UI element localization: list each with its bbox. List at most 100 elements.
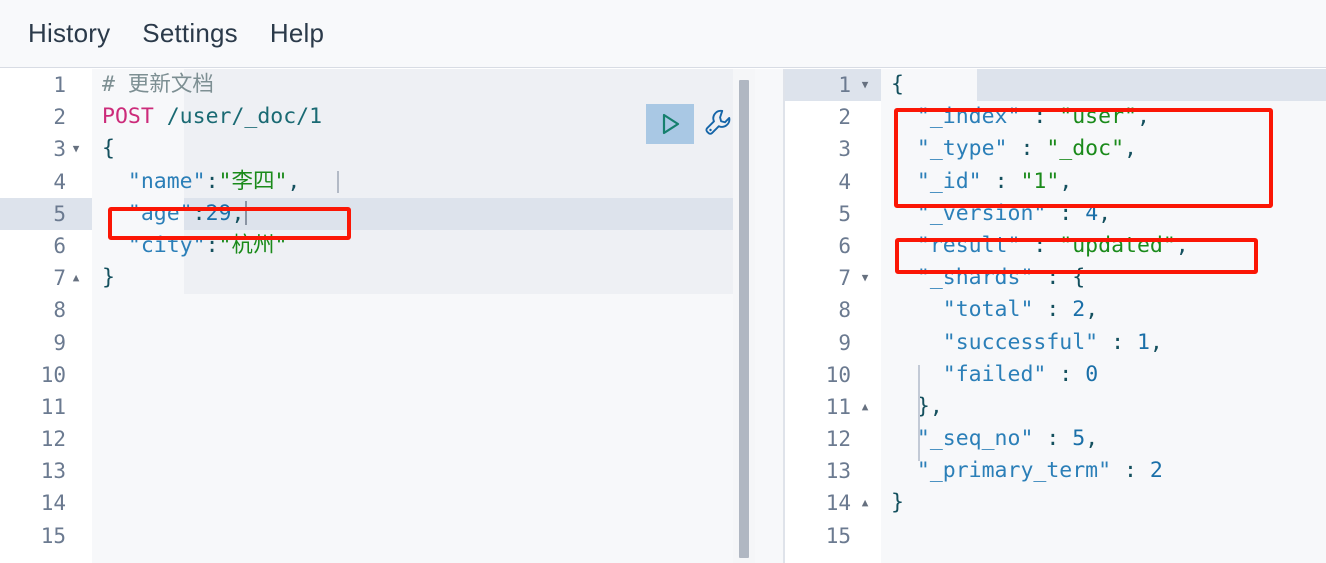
request-code-area[interactable]: # 更新文档 POST /user/_doc/1 { "name":"李四", … xyxy=(92,69,740,563)
fold-up-icon[interactable] xyxy=(68,262,84,294)
colon: : xyxy=(1033,297,1073,323)
pane-divider[interactable] xyxy=(783,69,785,563)
fold-up-icon[interactable] xyxy=(857,487,873,519)
gutter-line-8[interactable]: 8 xyxy=(0,294,92,326)
run-request-button[interactable] xyxy=(646,104,694,144)
gutter-line-6[interactable]: 6 xyxy=(785,230,881,262)
response-line-11[interactable]: }, xyxy=(881,391,1326,423)
response-line-15[interactable] xyxy=(881,520,1326,552)
response-line-5[interactable]: "_version" : 4, xyxy=(881,198,1326,230)
fold-down-icon[interactable] xyxy=(857,69,873,101)
gutter-line-14[interactable]: 14 xyxy=(785,487,881,519)
gutter-line-5[interactable]: 5 xyxy=(785,198,881,230)
gutter-line-13[interactable]: 13 xyxy=(785,455,881,487)
request-line-7[interactable]: } xyxy=(92,262,740,294)
request-scrollbar-thumb[interactable] xyxy=(739,80,749,558)
gutter-line-4[interactable]: 4 xyxy=(0,166,92,198)
response-line-7[interactable]: "_shards" : { xyxy=(881,262,1326,294)
gutter-line-2[interactable]: 2 xyxy=(0,101,92,133)
gutter-line-13[interactable]: 13 xyxy=(0,455,92,487)
line-number: 3 xyxy=(838,137,851,162)
gutter-line-6[interactable]: 6 xyxy=(0,230,92,262)
request-line-1[interactable]: # 更新文档 xyxy=(92,69,740,101)
request-gutter[interactable]: 1 2 3 4 5 6 7 8 9 10 11 12 13 14 15 xyxy=(0,69,92,563)
request-line-8[interactable] xyxy=(92,294,740,326)
response-line-1[interactable]: { xyxy=(881,69,1326,101)
http-method: POST xyxy=(102,104,154,130)
gutter-line-1[interactable]: 1 xyxy=(785,69,881,101)
gutter-line-5[interactable]: 5 xyxy=(0,198,92,230)
response-line-6[interactable]: "result" : "updated", xyxy=(881,230,1326,262)
gutter-line-15[interactable]: 15 xyxy=(0,520,92,552)
response-pane[interactable]: 1 2 3 4 5 6 7 8 9 10 11 12 13 14 15 { "_… xyxy=(785,69,1326,563)
request-line-9[interactable] xyxy=(92,327,740,359)
gutter-line-9[interactable]: 9 xyxy=(785,327,881,359)
colon: : xyxy=(205,168,219,194)
menu-history[interactable]: History xyxy=(12,16,126,51)
line-number: 11 xyxy=(40,394,66,419)
gutter-line-3[interactable]: 3 xyxy=(785,133,881,165)
request-line-10[interactable] xyxy=(92,359,740,391)
line-number: 12 xyxy=(825,427,851,452)
response-line-2[interactable]: "_index" : "user", xyxy=(881,101,1326,133)
request-line-11[interactable] xyxy=(92,391,740,423)
gutter-line-10[interactable]: 10 xyxy=(0,359,92,391)
request-line-14[interactable] xyxy=(92,487,740,519)
request-line-15[interactable] xyxy=(92,520,740,552)
line-number: 12 xyxy=(40,427,66,452)
gutter-line-2[interactable]: 2 xyxy=(785,101,881,133)
json-value-successful: 1 xyxy=(1136,329,1150,355)
json-key-name: "name" xyxy=(127,168,206,194)
response-line-9[interactable]: "successful" : 1, xyxy=(881,327,1326,359)
menu-settings[interactable]: Settings xyxy=(126,16,254,51)
line-number: 9 xyxy=(838,330,851,355)
json-value-result: "updated" xyxy=(1059,232,1176,258)
gutter-line-15[interactable]: 15 xyxy=(785,520,881,552)
request-tools-button[interactable] xyxy=(698,104,738,144)
fold-down-icon[interactable] xyxy=(857,262,873,294)
gutter-line-7[interactable]: 7 xyxy=(785,262,881,294)
gutter-line-3[interactable]: 3 xyxy=(0,133,92,165)
response-line-14[interactable]: } xyxy=(881,487,1326,519)
gutter-line-7[interactable]: 7 xyxy=(0,262,92,294)
request-pane[interactable]: 1 2 3 4 5 6 7 8 9 10 11 12 13 14 15 # xyxy=(0,69,740,563)
gutter-line-1[interactable]: 1 xyxy=(0,69,92,101)
json-value-failed: 0 xyxy=(1085,361,1099,387)
response-line-3[interactable]: "_type" : "_doc", xyxy=(881,133,1326,165)
response-code-area[interactable]: { "_index" : "user", "_type" : "_doc", "… xyxy=(881,69,1326,563)
json-value-version: 4 xyxy=(1085,200,1099,226)
gutter-line-9[interactable]: 9 xyxy=(0,327,92,359)
fold-up-icon[interactable] xyxy=(857,391,873,423)
gutter-line-10[interactable]: 10 xyxy=(785,359,881,391)
json-key-shards: "_shards" xyxy=(916,265,1034,291)
gutter-line-14[interactable]: 14 xyxy=(0,487,92,519)
response-line-13[interactable]: "_primary_term" : 2 xyxy=(881,455,1326,487)
line-number: 11 xyxy=(825,394,851,419)
line-number: 13 xyxy=(825,459,851,484)
pane-gap-fill xyxy=(755,69,783,563)
response-line-4[interactable]: "_id" : "1", xyxy=(881,166,1326,198)
gutter-line-12[interactable]: 12 xyxy=(0,423,92,455)
request-line-3[interactable]: { xyxy=(92,133,740,165)
response-line-8[interactable]: "total" : 2, xyxy=(881,294,1326,326)
request-line-2[interactable]: POST /user/_doc/1 xyxy=(92,101,740,133)
json-key-total: "total" xyxy=(942,297,1034,323)
gutter-line-12[interactable]: 12 xyxy=(785,423,881,455)
gutter-line-4[interactable]: 4 xyxy=(785,166,881,198)
gutter-line-8[interactable]: 8 xyxy=(785,294,881,326)
request-line-5[interactable]: "age":29, xyxy=(92,198,740,230)
comma: , xyxy=(231,200,245,226)
colon: : xyxy=(1020,232,1060,258)
fold-down-icon[interactable] xyxy=(68,133,84,165)
response-gutter[interactable]: 1 2 3 4 5 6 7 8 9 10 11 12 13 14 15 xyxy=(785,69,881,563)
response-line-12[interactable]: "_seq_no" : 5, xyxy=(881,423,1326,455)
response-line-10[interactable]: "failed" : 0 xyxy=(881,359,1326,391)
menu-help[interactable]: Help xyxy=(254,16,340,51)
gutter-line-11[interactable]: 11 xyxy=(0,391,92,423)
request-line-13[interactable] xyxy=(92,455,740,487)
gutter-line-11[interactable]: 11 xyxy=(785,391,881,423)
json-key-version: "_version" xyxy=(916,200,1047,226)
request-line-4[interactable]: "name":"李四", xyxy=(92,166,740,198)
request-line-12[interactable] xyxy=(92,423,740,455)
request-line-6[interactable]: "city":"杭州" xyxy=(92,230,740,262)
